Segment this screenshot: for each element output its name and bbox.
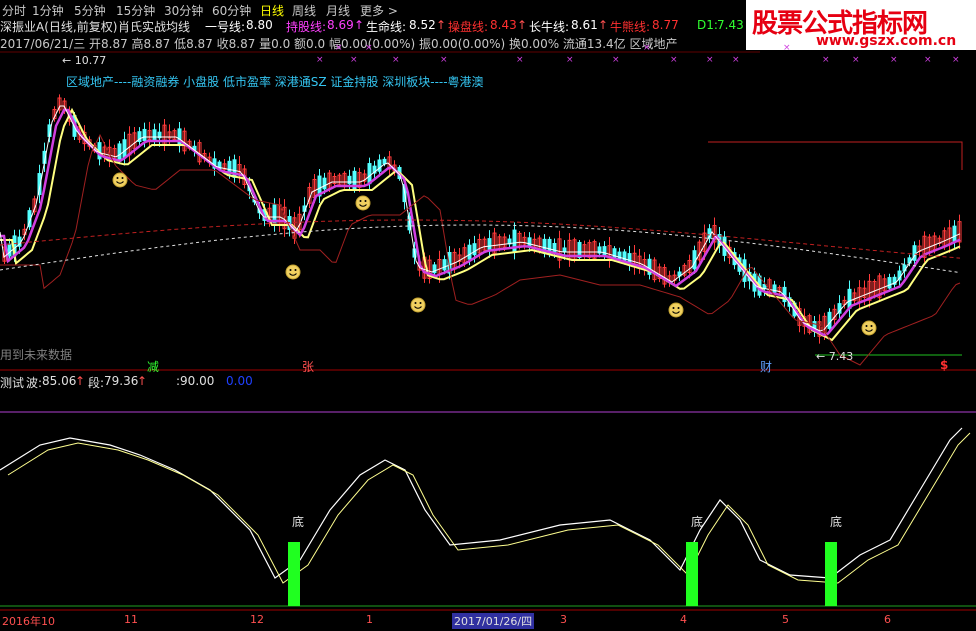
resistance-line (708, 141, 963, 170)
candle-body (487, 238, 492, 250)
date-tick-dec: 12 (250, 613, 264, 626)
osc-wave-arrow: ↑ (75, 374, 86, 388)
date-tick-may: 5 (782, 613, 789, 626)
bottom-label-3: 底 (830, 515, 843, 529)
candle-body (377, 159, 382, 172)
oscillator-legend: 测试 波: 85.06 ↑ 段: 79.36 ↑ :90.00 0.00 (0, 374, 400, 390)
osc-seg-arrow: ↑ (137, 374, 148, 388)
signal-x-marker: × (516, 55, 524, 65)
bottom-label-2: 底 (691, 515, 704, 529)
candle-body (467, 244, 472, 260)
event-marker-cai[interactable]: 财 (760, 358, 772, 375)
candle-body (527, 237, 532, 247)
high-price-label: ← 10.77 (62, 54, 107, 67)
event-marker-zhang[interactable]: 张 (302, 358, 314, 375)
candle-body (472, 243, 477, 256)
candle-body (347, 175, 352, 185)
signal-x-marker: × (392, 55, 400, 65)
signal-x-marker: × (365, 43, 373, 53)
candle-body (827, 311, 832, 329)
candle-body (142, 128, 147, 142)
buy-signal-smiley-icon (355, 195, 371, 211)
signal-x-marker: × (783, 43, 791, 53)
event-marker-dollar[interactable]: $ (940, 358, 948, 372)
low-price-label: ← 7.43 (816, 350, 854, 363)
buy-signal-smiley-icon (668, 302, 684, 318)
high-price-value: 10.77 (74, 54, 107, 67)
date-tick-jan: 1 (366, 613, 373, 626)
candle-body (887, 277, 892, 289)
bottom-signal-bar (686, 542, 698, 606)
bottom-label-1: 底 (292, 515, 305, 529)
kline-chart[interactable]: × × × × × × × × × × × × × × × × × × × (0, 0, 976, 631)
date-tick-oct: 2016年10 (2, 615, 55, 628)
signal-x-marker: × (566, 55, 574, 65)
signal-x-marker: × (852, 55, 860, 65)
event-marker-jian[interactable]: 减 (147, 358, 159, 375)
candle-body (7, 243, 12, 257)
osc-seg-value: 79.36 (104, 374, 139, 388)
buy-signal-smiley-icon (861, 320, 877, 336)
bottom-signal-bar (288, 542, 300, 606)
signal-x-marker: × (924, 55, 932, 65)
date-tick-apr: 4 (680, 613, 687, 626)
future-data-note: 用到未来数据 (0, 348, 73, 362)
candle-body (177, 128, 182, 147)
candle-body (442, 259, 447, 271)
signal-x-marker: × (440, 55, 448, 65)
date-tick-mar: 3 (560, 613, 567, 626)
buy-signal-smiley-icon (112, 172, 128, 188)
osc-wave-line (0, 427, 963, 579)
signal-x-marker: × (890, 55, 898, 65)
date-tick-jun: 6 (884, 613, 891, 626)
osc-line90: :90.00 (176, 374, 215, 388)
buy-signal-smiley-icon (410, 297, 426, 313)
signal-x-marker: × (670, 55, 678, 65)
signal-x-marker: × (612, 55, 620, 65)
candle-body (552, 243, 557, 254)
buy-signal-smiley-icon (285, 264, 301, 280)
candle-body (122, 139, 127, 158)
candle-body (367, 163, 372, 185)
low-price-value: 7.43 (828, 350, 854, 363)
signal-x-marker: × (822, 55, 830, 65)
signal-x-marker: × (335, 43, 343, 53)
signal-x-marker: × (350, 55, 358, 65)
bottom-signal-bar (825, 542, 837, 606)
osc-seg-label: 段: (88, 376, 105, 390)
signal-x-marker: × (316, 55, 324, 65)
candle-body (152, 129, 157, 141)
date-cursor: 2017/01/26/四 (452, 613, 535, 629)
signal-x-marker: × (952, 55, 960, 65)
signal-x-marker: × (732, 55, 740, 65)
candle-body (602, 246, 607, 256)
osc-name: 测试 (0, 376, 25, 390)
osc-wave-label: 波: (26, 376, 43, 390)
candle-body (382, 158, 387, 165)
candle-body (322, 177, 327, 190)
candle-body (117, 143, 122, 162)
candle-body (562, 247, 567, 253)
candle-body (692, 250, 697, 270)
candle-body (952, 225, 957, 243)
signal-x-marker: × (706, 55, 714, 65)
osc-line0: 0.00 (226, 374, 253, 388)
osc-wave-value: 85.06 (42, 374, 77, 388)
date-tick-nov: 11 (124, 613, 138, 626)
signal-x-marker: × (643, 43, 651, 53)
